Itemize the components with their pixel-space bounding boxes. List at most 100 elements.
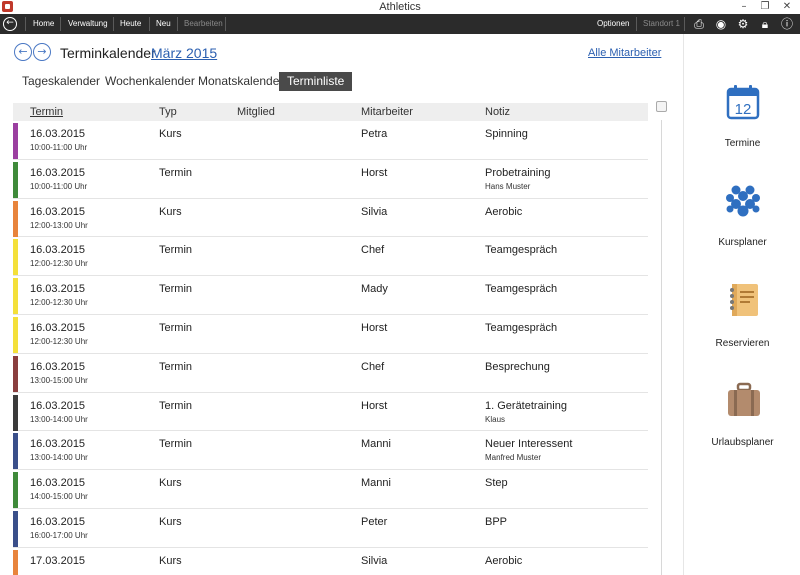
sidebar-item-urlaubsplaner[interactable]: Urlaubsplaner: [684, 382, 800, 452]
column-header-mitarbeiter[interactable]: Mitarbeiter: [361, 106, 413, 118]
tab-tageskalender[interactable]: Tageskalender: [14, 72, 108, 91]
menu-separator: [636, 17, 637, 31]
location-selector[interactable]: Standort 1: [638, 14, 685, 34]
appointment-date: 16.03.2015: [30, 438, 86, 451]
appointment-type: Kurs: [159, 515, 182, 528]
appointment-date: 16.03.2015: [30, 166, 86, 179]
appointment-staff: Petra: [361, 128, 388, 140]
table-row[interactable]: 16.03.2015 12:00-13:00 Uhr Kurs Silvia Aerob…: [13, 199, 648, 238]
column-header-notiz[interactable]: Notiz: [485, 106, 510, 118]
appointment-staff: Horst: [361, 399, 388, 412]
window-title: Athletics: [379, 1, 421, 13]
appointment-type: Kurs: [159, 477, 182, 490]
gear-icon[interactable]: ⚙: [735, 16, 751, 32]
menu-verwaltung[interactable]: Verwaltung: [63, 14, 113, 34]
select-all-checkbox[interactable]: [656, 101, 667, 112]
column-header-typ[interactable]: Typ: [159, 106, 177, 118]
back-icon[interactable]: ←: [3, 17, 17, 31]
sidebar-item-label: Kursplaner: [718, 237, 767, 248]
appointment-note-detail: Klaus: [485, 414, 506, 424]
month-link[interactable]: März 2015: [151, 45, 217, 61]
appointment-date: 16.03.2015: [30, 360, 86, 373]
appointment-staff: Chef: [361, 360, 385, 373]
appointment-staff: Manni: [361, 477, 391, 490]
sidebar-item-reservieren[interactable]: Reservieren: [684, 282, 800, 352]
restore-button[interactable]: ❐: [756, 0, 774, 14]
table-row[interactable]: 16.03.2015 10:00-11:00 Uhr Kurs Petra Spinni…: [13, 121, 648, 160]
menu-bearbeiten[interactable]: Bearbeiten: [179, 14, 228, 34]
table-row[interactable]: 16.03.2015 12:00-12:30 Uhr Termin Chef Teamg…: [13, 237, 648, 277]
menu-home[interactable]: Home: [28, 14, 59, 34]
minimize-button[interactable]: –: [735, 0, 753, 14]
appointment-time: 12:00-12:30 Uhr: [30, 336, 88, 346]
next-month-icon[interactable]: →: [33, 43, 51, 61]
appointment-note: Aerobic: [485, 205, 523, 218]
menu-optionen[interactable]: Optionen: [592, 14, 634, 34]
tab-wochenkalender[interactable]: Wochenkalender: [97, 72, 203, 91]
column-header-termin[interactable]: Termin: [30, 106, 63, 118]
appointment-note: Teamgespräch: [485, 283, 558, 296]
appointment-staff: Silvia: [361, 554, 388, 567]
appointment-type: Termin: [159, 283, 193, 296]
table-row[interactable]: 16.03.2015 13:00-14:00 Uhr Termin Horst 1. G…: [13, 393, 648, 432]
table-row[interactable]: 16.03.2015 13:00-14:00 Uhr Termin Manni Neue…: [13, 431, 648, 471]
table-row[interactable]: 16.03.2015 12:00-12:30 Uhr Termin Mady Teamg…: [13, 276, 648, 315]
appointment-time: 13:00-14:00 Uhr: [30, 453, 88, 463]
title-bar: Athletics – ❐ ✕: [0, 0, 800, 14]
menu-separator: [113, 17, 114, 31]
appointment-time: 10:00-11:00 Uhr: [30, 143, 88, 152]
table-row[interactable]: 17.03.2015 Kurs Silvia Aerobic: [13, 548, 648, 575]
lock-icon[interactable]: 🔒︎: [757, 16, 773, 32]
appointment-date: 16.03.2015: [30, 128, 86, 140]
scrollbar[interactable]: [661, 120, 662, 575]
appointment-note: Besprechung: [485, 360, 550, 373]
menu-heute[interactable]: Heute: [115, 14, 146, 34]
category-color-bar: [13, 433, 18, 470]
appointment-note: Teamgespräch: [485, 244, 558, 257]
appointment-type: Termin: [159, 166, 193, 179]
sidebar-item-kursplaner[interactable]: Kursplaner: [684, 182, 800, 252]
appointment-date: 16.03.2015: [30, 321, 86, 334]
tab-monatskalender[interactable]: Monatskalender: [190, 72, 291, 91]
category-color-bar: [13, 123, 18, 159]
menu-neu[interactable]: Neu: [151, 14, 176, 34]
tab-terminliste[interactable]: Terminliste: [279, 72, 353, 91]
appointment-date: 16.03.2015: [30, 244, 86, 257]
info-icon[interactable]: ⓘ: [779, 16, 795, 32]
menu-separator: [225, 17, 226, 31]
table-row[interactable]: 16.03.2015 16:00-17:00 Uhr Kurs Peter BPP: [13, 509, 648, 548]
menu-separator: [60, 17, 61, 31]
appointment-staff: Silvia: [361, 205, 388, 218]
category-color-bar: [13, 394, 18, 431]
appointment-note: Aerobic: [485, 554, 523, 567]
menu-separator: [149, 17, 150, 31]
menu-separator: [25, 17, 26, 31]
column-header-mitglied[interactable]: Mitglied: [237, 106, 275, 118]
chat-icon[interactable]: ◉: [713, 16, 729, 32]
previous-month-icon[interactable]: ←: [14, 43, 32, 61]
suitcase-icon: [728, 382, 760, 416]
category-color-bar: [13, 472, 18, 509]
appointment-date: 16.03.2015: [30, 515, 86, 528]
appointment-type: Termin: [159, 360, 193, 373]
close-button[interactable]: ✕: [778, 0, 796, 14]
appointment-date: 16.03.2015: [30, 477, 86, 490]
table-row[interactable]: 16.03.2015 10:00-11:00 Uhr Termin Horst Prob…: [13, 160, 648, 199]
table-row[interactable]: 16.03.2015 13:00-15:00 Uhr Termin Chef Bespr…: [13, 354, 648, 393]
sidebar-item-termine[interactable]: 12 Termine: [684, 84, 800, 154]
main-panel: ← → Terminkalender März 2015 Alle Mitarb…: [0, 34, 683, 575]
appointment-type: Termin: [159, 244, 193, 257]
appointment-note: Neuer Interessent: [485, 438, 573, 451]
table-row[interactable]: 16.03.2015 12:00-12:30 Uhr Termin Horst Team…: [13, 315, 648, 354]
menu-bar: ← Home Verwaltung Heute Neu Bearbeiten O…: [0, 14, 800, 34]
category-color-bar: [13, 355, 18, 392]
category-color-bar: [13, 200, 18, 237]
printer-icon[interactable]: ⎙: [691, 16, 707, 32]
category-color-bar: [13, 161, 18, 198]
appointment-staff: Peter: [361, 515, 388, 528]
all-staff-link[interactable]: Alle Mitarbeiter: [588, 47, 661, 59]
appointment-time: 12:00-12:30 Uhr: [30, 298, 88, 308]
calendar-icon: 12: [726, 85, 760, 120]
table-row[interactable]: 16.03.2015 14:00-15:00 Uhr Kurs Manni Step: [13, 470, 648, 509]
sidebar-item-label: Termine: [724, 138, 761, 149]
